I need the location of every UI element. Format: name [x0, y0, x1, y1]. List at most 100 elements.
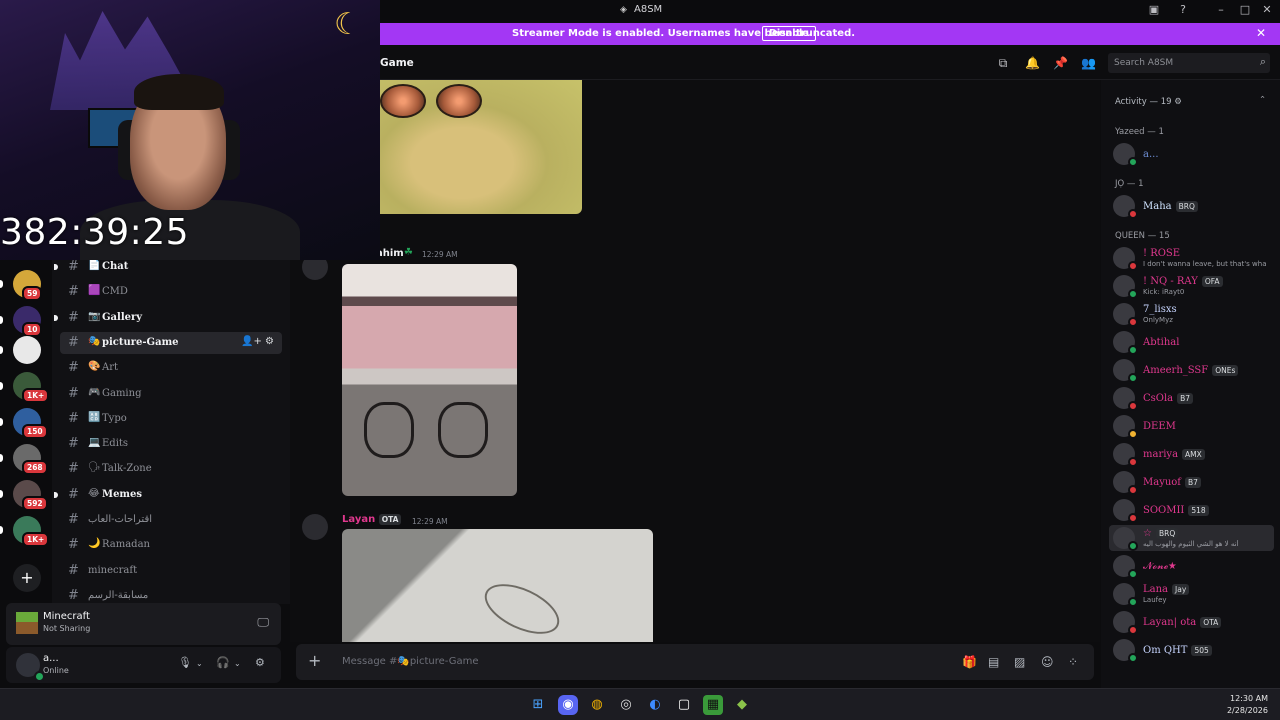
message-composer[interactable]: + Message #🎭picture-Game 🎁 ▤ ▨ ☺ ⁘: [296, 644, 1094, 680]
inbox-icon[interactable]: ▣: [1147, 3, 1161, 17]
server-icon[interactable]: [13, 336, 41, 364]
member-item[interactable]: ! NQ - RAY OFA Kick: iRayt0: [1109, 273, 1274, 299]
server-tag: B7: [1177, 393, 1194, 404]
audio-options-chevron-icon[interactable]: ⌄: [234, 659, 241, 668]
member-item[interactable]: Lana Jay Laufey: [1109, 581, 1274, 607]
status-icon: [1128, 541, 1138, 551]
close-window-button[interactable]: ✕: [1260, 3, 1274, 17]
attach-plus-icon[interactable]: +: [308, 653, 321, 669]
member-section-header: Yazeed — 1: [1115, 127, 1164, 137]
channel-item[interactable]: # اقتراحات-العاب: [60, 509, 282, 531]
mention-badge: 59: [22, 286, 43, 301]
screen-share-icon[interactable]: 🖵: [257, 615, 269, 630]
server-tag: BRQ: [1175, 201, 1198, 212]
disable-streamer-mode-button[interactable]: Disable: [762, 26, 816, 41]
server-tag: ONEs: [1212, 365, 1239, 376]
member-name: Ameerh_SSF: [1143, 365, 1209, 376]
member-name-row: Layan| ota OTA: [1143, 617, 1222, 628]
discord-taskbar-icon[interactable]: ◉: [558, 695, 578, 715]
channel-item[interactable]: # 🎨 Art: [60, 357, 282, 379]
threads-icon[interactable]: ⧉: [996, 56, 1010, 70]
server-tag: BRQ: [1155, 528, 1179, 539]
avatar[interactable]: [302, 514, 328, 540]
channel-item[interactable]: # 💻 Edits: [60, 433, 282, 455]
member-item[interactable]: SOOMII 518: [1109, 497, 1274, 523]
notification-bell-icon[interactable]: 🔔: [1025, 56, 1040, 70]
emoji-icon[interactable]: ☺: [1041, 655, 1054, 669]
member-item[interactable]: ! ROSE I don't wanna leave, but that's wh…: [1109, 245, 1274, 271]
clock-time: 12:30 AM: [1230, 694, 1268, 703]
member-list-icon[interactable]: 👥: [1081, 56, 1096, 70]
glasses-lens-right: [438, 402, 488, 458]
channel-item[interactable]: # 🔠 Typo: [60, 408, 282, 430]
gift-icon[interactable]: 🎁: [962, 655, 977, 669]
activity-panel[interactable]: Minecraft Not Sharing 🖵: [6, 603, 281, 645]
channel-settings-icon[interactable]: 👤+ ⚙: [241, 336, 274, 347]
gif-icon[interactable]: ▤: [988, 655, 999, 669]
message-input[interactable]: Message #🎭picture-Game: [342, 656, 479, 667]
obs-icon[interactable]: ◎: [616, 695, 636, 715]
blanket-glasses-image[interactable]: [342, 529, 653, 642]
status-icon: [1128, 485, 1138, 495]
member-name: Layan| ota: [1143, 617, 1197, 628]
mic-options-chevron-icon[interactable]: ⌄: [196, 659, 203, 668]
member-item[interactable]: Abtihal: [1109, 329, 1274, 355]
mention-badge: 10: [22, 322, 43, 337]
chrome-icon[interactable]: ◍: [587, 695, 607, 715]
member-item[interactable]: CsOla B7: [1109, 385, 1274, 411]
minecraft-launcher-icon[interactable]: ▦: [703, 695, 723, 715]
member-item[interactable]: ☆ BRQ أنه لا هو الشي الثيوم والهوب اليه: [1109, 525, 1274, 551]
member-item[interactable]: a...: [1109, 141, 1274, 167]
edge-icon[interactable]: ◐: [645, 695, 665, 715]
hashtag-icon: #: [68, 385, 79, 401]
activity-header[interactable]: Activity — 19 ⚙: [1115, 97, 1182, 107]
apps-icon[interactable]: ⁘: [1068, 655, 1078, 669]
member-item[interactable]: Om QHT 505: [1109, 637, 1274, 663]
help-icon[interactable]: ?: [1176, 3, 1190, 17]
epic-games-icon[interactable]: ▢: [674, 695, 694, 715]
minecraft-block-icon[interactable]: ◆: [732, 695, 752, 715]
member-name-row: 7_lisxs: [1143, 304, 1177, 315]
member-item[interactable]: Layan| ota OTA: [1109, 609, 1274, 635]
channel-item[interactable]: # 😂 Memes: [54, 484, 282, 506]
close-banner-icon[interactable]: ✕: [1256, 26, 1266, 40]
member-name-row: DEEM: [1143, 421, 1176, 432]
member-custom-status: I don't wanna leave, but that's wha: [1143, 260, 1267, 268]
channel-item[interactable]: # 🌙 Ramadan: [60, 534, 282, 556]
pin-icon[interactable]: 📌: [1053, 56, 1068, 70]
headphones-icon[interactable]: 🎧: [216, 656, 230, 669]
hashtag-icon: #: [68, 512, 79, 527]
server-tag: 505: [1191, 645, 1212, 656]
member-item[interactable]: mariya AMX: [1109, 441, 1274, 467]
member-item[interactable]: DEEM: [1109, 413, 1274, 439]
microphone-icon[interactable]: 🎙: [178, 656, 192, 669]
member-item[interactable]: 7_lisxs OnlyMyz: [1109, 301, 1274, 327]
collapse-chevron-icon[interactable]: ⌃: [1259, 95, 1266, 105]
add-server-button[interactable]: +: [13, 564, 41, 592]
member-item[interactable]: Mayuof B7: [1109, 469, 1274, 495]
member-item[interactable]: 𝓝𝓸𝓷𝓮★: [1109, 553, 1274, 579]
member-name-row: a...: [1143, 149, 1159, 160]
channel-item[interactable]: # 🗣 Talk-Zone: [60, 458, 282, 480]
channel-item[interactable]: # 📄 Chat: [54, 258, 282, 278]
book-glasses-image[interactable]: [342, 264, 517, 496]
windows-start-icon[interactable]: ⊞: [528, 695, 548, 715]
message-author[interactable]: Layan OTA: [342, 514, 402, 525]
channel-item[interactable]: # 🎭 picture-Game 👤+ ⚙: [60, 331, 282, 354]
channel-item[interactable]: # 🟪 CMD: [60, 281, 282, 303]
member-name-row: Om QHT 505: [1143, 645, 1212, 656]
settings-gear-icon[interactable]: ⚙: [255, 656, 265, 669]
system-clock[interactable]: 12:30 AM 2/28/2026: [1227, 693, 1268, 717]
search-input[interactable]: Search A8SM ⌕: [1108, 53, 1270, 73]
member-item[interactable]: Maha BRQ: [1109, 193, 1274, 219]
channel-item[interactable]: # minecraft: [60, 560, 282, 582]
sticker-icon[interactable]: ▨: [1014, 655, 1025, 669]
message-author[interactable]: ahim: [376, 248, 404, 259]
channel-item[interactable]: # مسابقة-الرسم: [60, 585, 282, 604]
channel-item[interactable]: # 📷 Gallery: [54, 307, 282, 329]
status-icon: [1128, 653, 1138, 663]
minimize-button[interactable]: –: [1214, 3, 1228, 17]
maximize-button[interactable]: □: [1238, 3, 1252, 17]
member-item[interactable]: Ameerh_SSF ONEs: [1109, 357, 1274, 383]
channel-item[interactable]: # 🎮 Gaming: [60, 383, 282, 405]
